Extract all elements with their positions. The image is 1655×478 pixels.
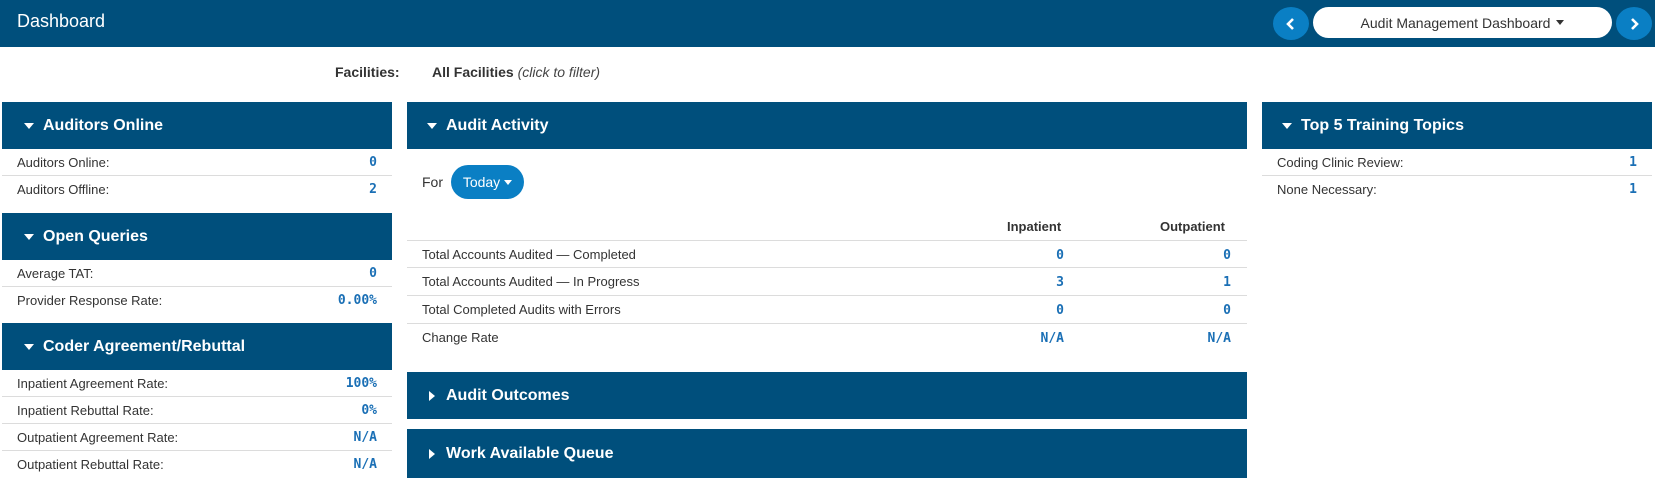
coder-agreement-panel-header[interactable]: Coder Agreement/Rebuttal — [2, 323, 392, 370]
row-label: Average TAT: — [17, 265, 94, 281]
audit-activity-panel-header[interactable]: Audit Activity — [407, 102, 1247, 149]
triangle-down-icon — [24, 122, 34, 129]
open-queries-title: Open Queries — [43, 227, 148, 245]
row-label: Coding Clinic Review: — [1277, 154, 1404, 170]
triangle-down-icon — [427, 122, 437, 129]
outpatient-value: 1 — [1223, 275, 1231, 290]
triangle-right-icon — [429, 448, 435, 459]
table-row: Total Accounts Audited — In Progress 3 1 — [407, 268, 1247, 296]
triangle-down-icon — [24, 233, 34, 240]
row-value: N/A — [353, 457, 377, 472]
for-label: For — [422, 174, 443, 190]
inpatient-value: 0 — [1056, 248, 1064, 263]
caret-down-icon — [1556, 20, 1565, 25]
triangle-down-icon — [1282, 122, 1292, 129]
row-label: Change Rate — [422, 330, 499, 345]
row-value: N/A — [353, 429, 377, 445]
row-label: Provider Response Rate: — [17, 293, 163, 308]
row-value: 0.00% — [337, 293, 377, 308]
inpatient-agreement-row: Inpatient Agreement Rate: 100% — [2, 370, 392, 397]
row-label: None Necessary: — [1277, 182, 1377, 197]
row-label: Total Completed Audits with Errors — [422, 302, 621, 317]
row-label: Total Accounts Audited — Completed — [422, 247, 636, 262]
period-selector-row: For Today — [422, 165, 524, 199]
row-label: Outpatient Agreement Rate: — [17, 429, 179, 445]
row-label: Inpatient Rebuttal Rate: — [17, 402, 154, 418]
training-topics-panel-header[interactable]: Top 5 Training Topics — [1262, 102, 1652, 149]
triangle-down-icon — [24, 343, 34, 350]
row-label: Outpatient Rebuttal Rate: — [17, 457, 164, 472]
top-bar: Dashboard Audit Management Dashboard — [0, 0, 1655, 47]
row-value: 0 — [369, 154, 377, 170]
inpatient-value: N/A — [1040, 331, 1064, 346]
inpatient-value: 0 — [1056, 303, 1064, 318]
open-queries-panel-header[interactable]: Open Queries — [2, 213, 392, 260]
row-value: 1 — [1629, 182, 1637, 197]
row-value: 0 — [369, 265, 377, 281]
facilities-label: Facilities: — [335, 64, 400, 80]
inpatient-value: 3 — [1056, 275, 1064, 290]
outpatient-column-header: Outpatient — [1160, 219, 1225, 234]
dashboard-select-label: Audit Management Dashboard — [1360, 14, 1551, 31]
audit-outcomes-title: Audit Outcomes — [446, 386, 570, 404]
auditors-online-title: Auditors Online — [43, 116, 163, 134]
provider-response-rate-row: Provider Response Rate: 0.00% — [2, 287, 392, 314]
row-value: 100% — [345, 375, 377, 391]
facilities-value: All Facilities — [432, 64, 514, 80]
row-value: 1 — [1629, 154, 1637, 170]
audit-outcomes-panel-header[interactable]: Audit Outcomes — [407, 372, 1247, 419]
row-value: 0% — [361, 402, 377, 418]
auditors-offline-row: Auditors Offline: 2 — [2, 176, 392, 203]
dashboard-select[interactable]: Audit Management Dashboard — [1313, 7, 1612, 38]
facilities-hint: (click to filter) — [517, 64, 601, 80]
training-topics-title: Top 5 Training Topics — [1301, 116, 1464, 134]
caret-down-icon — [504, 179, 513, 185]
row-value: 2 — [369, 182, 377, 197]
outpatient-rebuttal-row: Outpatient Rebuttal Rate: N/A — [2, 451, 392, 478]
period-dropdown-button[interactable]: Today — [451, 165, 524, 199]
table-row: Total Completed Audits with Errors 0 0 — [407, 296, 1247, 324]
row-label: Inpatient Agreement Rate: — [17, 375, 169, 391]
row-label: Total Accounts Audited — In Progress — [422, 274, 640, 289]
previous-dashboard-button[interactable] — [1273, 7, 1309, 40]
next-dashboard-button[interactable] — [1616, 7, 1652, 40]
inpatient-rebuttal-row: Inpatient Rebuttal Rate: 0% — [2, 397, 392, 424]
outpatient-agreement-row: Outpatient Agreement Rate: N/A — [2, 424, 392, 451]
triangle-right-icon — [429, 390, 435, 401]
work-queue-title: Work Available Queue — [446, 444, 614, 462]
period-label: Today — [462, 174, 501, 190]
outpatient-value: 0 — [1223, 248, 1231, 263]
inpatient-column-header: Inpatient — [1007, 219, 1062, 234]
chevron-right-icon — [1631, 17, 1639, 30]
audit-activity-title: Audit Activity — [446, 116, 549, 134]
row-label: Auditors Offline: — [17, 182, 110, 197]
auditors-online-panel-header[interactable]: Auditors Online — [2, 102, 392, 149]
table-row: Change Rate N/A N/A — [407, 324, 1247, 352]
outpatient-value: N/A — [1207, 331, 1231, 346]
page-title: Dashboard — [17, 11, 106, 31]
training-topic-row: Coding Clinic Review: 1 — [1262, 149, 1652, 176]
row-label: Auditors Online: — [17, 154, 110, 170]
facilities-filter[interactable]: All Facilities (click to filter) — [432, 64, 600, 80]
work-queue-panel-header[interactable]: Work Available Queue — [407, 429, 1247, 478]
training-topic-row: None Necessary: 1 — [1262, 176, 1652, 203]
chevron-left-icon — [1286, 17, 1294, 30]
outpatient-value: 0 — [1223, 303, 1231, 318]
coder-agreement-title: Coder Agreement/Rebuttal — [43, 337, 246, 355]
facilities-filter-row: Facilities: All Facilities (click to fil… — [0, 64, 1655, 84]
table-row: Total Accounts Audited — Completed 0 0 — [407, 240, 1247, 268]
average-tat-row: Average TAT: 0 — [2, 260, 392, 287]
auditors-online-row: Auditors Online: 0 — [2, 149, 392, 176]
